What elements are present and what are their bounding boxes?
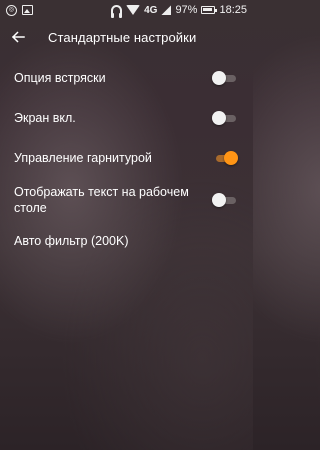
- signal-icon: [161, 5, 172, 15]
- battery-icon: [201, 6, 218, 14]
- desktop-text-toggle[interactable]: [212, 193, 237, 207]
- battery-percent: 97%: [175, 4, 198, 16]
- image-icon: [22, 5, 33, 15]
- setting-auto-filter[interactable]: Авто фильтр (200K): [0, 222, 253, 260]
- toggle-thumb: [224, 151, 238, 165]
- headset-control-toggle[interactable]: [213, 151, 238, 165]
- toggle-thumb: [212, 111, 226, 125]
- app-notification-icon: ◎: [6, 4, 17, 16]
- shake-toggle[interactable]: [212, 71, 237, 85]
- setting-label: Авто фильтр (200K): [14, 234, 129, 248]
- arrow-left-icon: [11, 31, 25, 43]
- clock: 18:25: [219, 4, 247, 16]
- status-right-icons: 4G 97% 18:25: [111, 4, 247, 18]
- toggle-thumb: [212, 193, 226, 207]
- setting-label: Экран вкл.: [14, 111, 76, 125]
- setting-headset-control[interactable]: Управление гарнитурой: [0, 138, 253, 178]
- wifi-icon: [126, 5, 141, 15]
- page-title: Стандартные настройки: [48, 29, 197, 45]
- setting-label: Опция встряски: [14, 71, 106, 85]
- toggle-thumb: [212, 71, 226, 85]
- setting-label: Управление гарнитурой: [14, 151, 152, 165]
- headset-icon: [111, 5, 123, 18]
- setting-label: Отображать текст на рабочем столе: [14, 185, 189, 215]
- settings-list: Опция встряски Экран вкл. Управление гар…: [0, 54, 253, 260]
- screen-on-toggle[interactable]: [212, 111, 237, 125]
- setting-shake-option[interactable]: Опция встряски: [0, 58, 253, 98]
- network-type: 4G: [144, 4, 158, 16]
- back-button[interactable]: [0, 20, 36, 54]
- setting-desktop-text[interactable]: Отображать текст на рабочем столе: [0, 178, 253, 222]
- toolbar: Стандартные настройки: [0, 20, 253, 54]
- status-left-icons: ◎: [6, 4, 33, 16]
- setting-screen-on[interactable]: Экран вкл.: [0, 98, 253, 138]
- status-bar: ◎ 4G 97% 18:25: [0, 0, 253, 20]
